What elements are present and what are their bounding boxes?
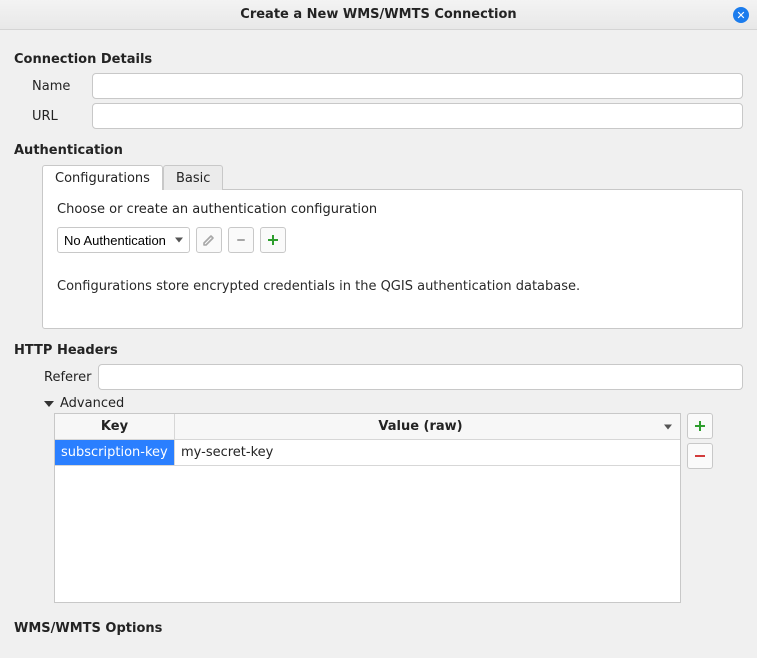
chevron-down-icon	[44, 401, 54, 407]
label-referer: Referer	[44, 370, 98, 385]
section-authentication: Authentication	[14, 143, 743, 158]
section-connection-details: Connection Details	[14, 52, 743, 67]
header-key-cell[interactable]: subscription-key	[55, 440, 175, 465]
plus-icon	[693, 419, 707, 433]
header-col-key[interactable]: Key	[55, 414, 175, 439]
auth-note: Configurations store encrypted credentia…	[57, 279, 728, 294]
headers-header-row: Key Value (raw)	[55, 414, 680, 440]
close-icon[interactable]: ✕	[733, 7, 749, 23]
referer-input[interactable]	[98, 364, 743, 390]
pencil-icon	[202, 233, 216, 247]
row-referer: Referer	[44, 364, 743, 390]
add-header-button[interactable]	[687, 413, 713, 439]
add-auth-button[interactable]	[260, 227, 286, 253]
plus-icon	[266, 233, 280, 247]
edit-auth-button[interactable]	[196, 227, 222, 253]
row-name: Name	[32, 73, 743, 99]
table-row[interactable]: subscription-key my-secret-key	[55, 440, 680, 466]
url-input[interactable]	[92, 103, 743, 129]
advanced-toggle[interactable]: Advanced	[44, 396, 743, 411]
auth-select[interactable]: No Authentication	[57, 227, 190, 253]
tab-configurations[interactable]: Configurations	[42, 165, 163, 190]
minus-icon	[693, 449, 707, 463]
auth-tabbar: Configurations Basic	[42, 164, 743, 189]
label-url: URL	[32, 109, 92, 124]
label-name: Name	[32, 79, 92, 94]
auth-prompt: Choose or create an authentication confi…	[57, 202, 728, 217]
titlebar: Create a New WMS/WMTS Connection ✕	[0, 0, 757, 30]
name-input[interactable]	[92, 73, 743, 99]
header-col-value[interactable]: Value (raw)	[175, 414, 680, 439]
remove-auth-button[interactable]	[228, 227, 254, 253]
auth-panel: Choose or create an authentication confi…	[42, 189, 743, 329]
headers-table[interactable]: Key Value (raw) subscription-key my-secr…	[54, 413, 681, 603]
auth-select-wrap[interactable]: No Authentication	[57, 227, 190, 253]
section-wms-options: WMS/WMTS Options	[14, 621, 743, 636]
advanced-label: Advanced	[60, 396, 124, 411]
minus-icon	[234, 233, 248, 247]
row-url: URL	[32, 103, 743, 129]
header-value-cell[interactable]: my-secret-key	[175, 440, 680, 465]
section-http-headers: HTTP Headers	[14, 343, 743, 358]
tab-basic[interactable]: Basic	[163, 165, 223, 190]
remove-header-button[interactable]	[687, 443, 713, 469]
window-title: Create a New WMS/WMTS Connection	[240, 7, 516, 22]
